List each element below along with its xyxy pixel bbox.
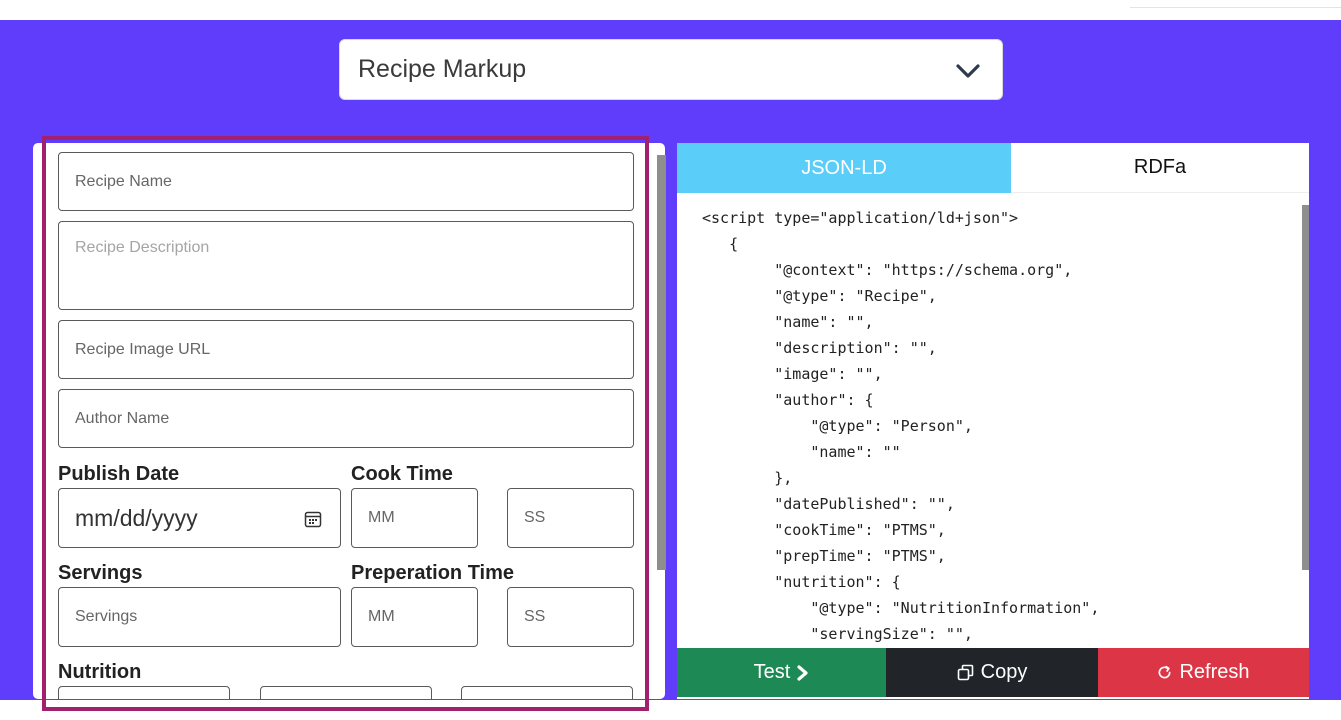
publish-date-input[interactable]: mm/dd/yyyy bbox=[58, 488, 341, 548]
recipe-form-panel: Recipe Name Recipe Description Recipe Im… bbox=[33, 143, 665, 699]
refresh-button[interactable]: Refresh bbox=[1098, 648, 1309, 697]
code-line: "description": "", bbox=[702, 339, 937, 357]
nutrition-input[interactable] bbox=[58, 686, 230, 699]
code-line: "@type": "NutritionInformation", bbox=[702, 599, 1100, 617]
recipe-description-placeholder: Recipe Description bbox=[75, 239, 210, 256]
servings-label: Servings bbox=[58, 562, 143, 584]
nutrition-input[interactable] bbox=[461, 686, 633, 699]
code-line: }, bbox=[702, 469, 793, 487]
code-line: "servingSize": "", bbox=[702, 625, 973, 643]
author-name-input[interactable]: Author Name bbox=[58, 389, 634, 448]
copy-button-label: Copy bbox=[980, 661, 1028, 683]
code-line: "@type": "Recipe", bbox=[702, 287, 937, 305]
test-button[interactable]: Test bbox=[677, 648, 886, 697]
code-line: "name": "", bbox=[702, 313, 874, 331]
recipe-image-url-input[interactable]: Recipe Image URL bbox=[58, 320, 634, 379]
recipe-image-url-placeholder: Recipe Image URL bbox=[75, 340, 211, 358]
recipe-name-placeholder: Recipe Name bbox=[75, 172, 172, 190]
code-line: "nutrition": { bbox=[702, 573, 901, 591]
code-line: "datePublished": "", bbox=[702, 495, 955, 513]
schema-type-select[interactable]: Recipe Markup bbox=[339, 39, 1003, 100]
prep-seconds-input[interactable]: SS bbox=[507, 587, 634, 647]
prep-minutes-input[interactable]: MM bbox=[351, 587, 478, 647]
code-line: "@type": "Person", bbox=[702, 417, 973, 435]
author-name-placeholder: Author Name bbox=[75, 409, 170, 427]
cook-seconds-input[interactable]: SS bbox=[507, 488, 634, 548]
nutrition-label: Nutrition bbox=[58, 661, 142, 683]
tab-json-ld[interactable]: JSON-LD bbox=[677, 143, 1011, 193]
cook-seconds-placeholder: SS bbox=[524, 509, 546, 526]
copy-icon bbox=[957, 664, 973, 681]
cook-time-label: Cook Time bbox=[351, 463, 453, 485]
servings-placeholder: Servings bbox=[75, 608, 138, 625]
refresh-button-label: Refresh bbox=[1179, 661, 1250, 683]
recipe-name-input[interactable]: Recipe Name bbox=[58, 152, 634, 211]
publish-date-placeholder: mm/dd/yyyy bbox=[75, 504, 198, 531]
cook-minutes-input[interactable]: MM bbox=[351, 488, 478, 548]
recipe-description-input[interactable]: Recipe Description bbox=[58, 221, 634, 310]
publish-date-label: Publish Date bbox=[58, 463, 180, 485]
code-line: { bbox=[702, 235, 739, 253]
code-line: "image": "", bbox=[702, 365, 883, 383]
servings-input[interactable]: Servings bbox=[58, 587, 341, 647]
code-line: "prepTime": "PTMS", bbox=[702, 547, 946, 565]
code-output: <script type="application/ld+json"> { "@… bbox=[702, 205, 1297, 647]
refresh-icon bbox=[1159, 665, 1171, 679]
code-scrollbar[interactable] bbox=[1302, 205, 1309, 570]
calendar-icon[interactable] bbox=[304, 510, 322, 528]
schema-type-value: Recipe Markup bbox=[358, 55, 527, 83]
cook-minutes-placeholder: MM bbox=[368, 509, 395, 526]
prep-time-label: Preperation Time bbox=[351, 562, 515, 584]
code-line: <script type="application/ld+json"> bbox=[702, 209, 1019, 227]
nutrition-input[interactable] bbox=[260, 686, 432, 699]
code-line: "@context": "https://schema.org", bbox=[702, 261, 1073, 279]
tab-rdfa[interactable]: RDFa bbox=[1011, 143, 1309, 193]
prep-seconds-placeholder: SS bbox=[524, 608, 546, 625]
code-line: "name": "" bbox=[702, 443, 901, 461]
chevron-down-icon bbox=[956, 64, 980, 78]
copy-button[interactable]: Copy bbox=[886, 648, 1098, 697]
test-button-label: Test bbox=[753, 661, 791, 683]
markup-output-panel: JSON-LD RDFa <script type="application/l… bbox=[677, 143, 1309, 699]
chevron-right-icon bbox=[797, 664, 808, 681]
code-line: "cookTime": "PTMS", bbox=[702, 521, 946, 539]
prep-minutes-placeholder: MM bbox=[368, 608, 395, 625]
code-line: "author": { bbox=[702, 391, 874, 409]
top-divider bbox=[1130, 0, 1341, 8]
form-scrollbar[interactable] bbox=[657, 155, 666, 570]
